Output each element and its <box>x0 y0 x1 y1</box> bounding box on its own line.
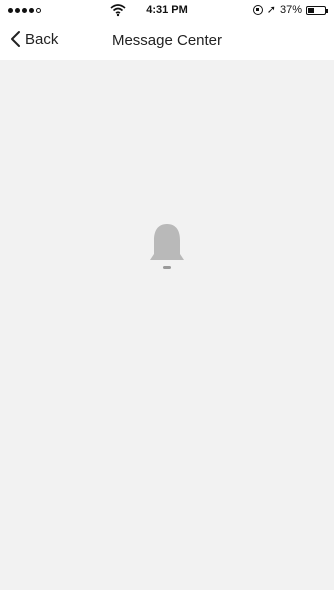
status-bar: 4:31 PM ➚ 37% <box>0 0 334 22</box>
message-center-screen: 4:31 PM ➚ 37% Back Message Center <box>0 0 334 590</box>
location-arrow-icon: ➚ <box>266 3 276 16</box>
status-right-group: ➚ 37% <box>252 3 328 16</box>
message-list-area[interactable] <box>0 60 334 590</box>
battery-fill <box>308 7 314 13</box>
battery-icon <box>306 5 328 15</box>
rotation-lock-icon <box>252 5 263 15</box>
battery-percent: 37% <box>279 4 302 16</box>
navigation-bar: Back Message Center <box>0 22 334 60</box>
bell-icon <box>150 224 184 269</box>
page-title: Message Center <box>111 32 223 49</box>
empty-state <box>0 220 334 298</box>
